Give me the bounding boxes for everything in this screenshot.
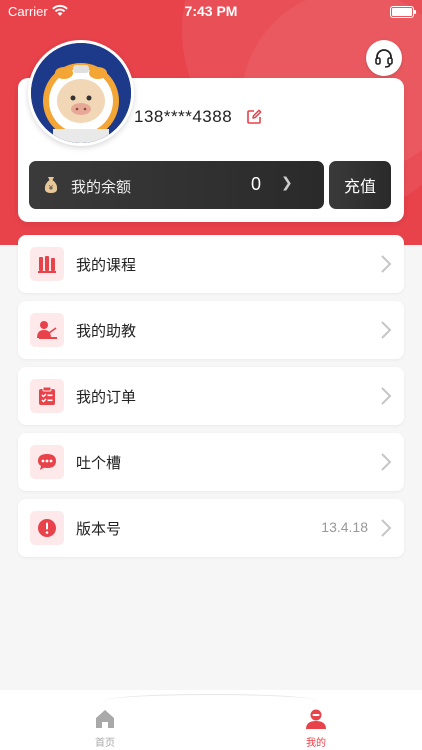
chevron-right-icon	[381, 321, 392, 339]
books-icon	[30, 247, 64, 281]
menu-item-label: 版本号	[76, 520, 122, 538]
balance-amount: 0	[251, 174, 262, 194]
tab-mine[interactable]: 我的	[286, 708, 346, 749]
tab-label: 首页	[95, 738, 115, 749]
menu-item-assistant[interactable]: 我的助教	[18, 301, 404, 359]
tab-home[interactable]: 首页	[75, 708, 135, 749]
mascot-avatar-icon	[31, 43, 131, 143]
teacher-icon	[30, 313, 64, 347]
tab-bar: 首页 我的	[0, 690, 422, 750]
chevron-right-icon: ❯	[281, 175, 293, 191]
chevron-right-icon	[381, 255, 392, 273]
svg-text:¥: ¥	[49, 184, 54, 192]
profile-icon	[306, 709, 326, 729]
balance-label: 我的余额	[71, 178, 132, 196]
home-icon	[96, 710, 114, 728]
menu-item-label: 我的助教	[76, 322, 137, 340]
clipboard-icon	[30, 379, 64, 413]
menu-item-label: 我的订单	[76, 388, 137, 406]
user-phone: 138****4388	[134, 107, 233, 126]
menu-item-feedback[interactable]: 吐个槽	[18, 433, 404, 491]
status-time: 7:43 PM	[184, 3, 238, 19]
status-bar: Carrier 7:43 PM	[0, 0, 422, 24]
tab-bar-divider	[104, 694, 318, 708]
menu-item-orders[interactable]: 我的订单	[18, 367, 404, 425]
money-bag-icon: ¥	[44, 177, 58, 193]
avatar[interactable]	[28, 40, 134, 146]
balance-bar[interactable]: ¥ 我的余额 0 ❯	[29, 161, 324, 209]
version-number: 13.4.18	[321, 519, 368, 535]
tab-label: 我的	[306, 738, 326, 749]
battery-icon	[390, 6, 416, 18]
menu-item-label: 我的课程	[76, 256, 137, 274]
menu-item-courses[interactable]: 我的课程	[18, 235, 404, 293]
customer-service-button[interactable]	[366, 40, 402, 76]
chevron-right-icon	[381, 519, 392, 537]
menu-item-version[interactable]: 版本号 13.4.18	[18, 499, 404, 557]
edit-icon[interactable]	[245, 108, 263, 126]
chevron-right-icon	[381, 387, 392, 405]
recharge-button[interactable]: 充值	[329, 161, 391, 209]
menu-item-label: 吐个槽	[76, 454, 122, 472]
info-icon	[30, 511, 64, 545]
chat-bubble-icon	[30, 445, 64, 479]
chevron-right-icon	[381, 453, 392, 471]
headset-icon	[375, 49, 393, 68]
